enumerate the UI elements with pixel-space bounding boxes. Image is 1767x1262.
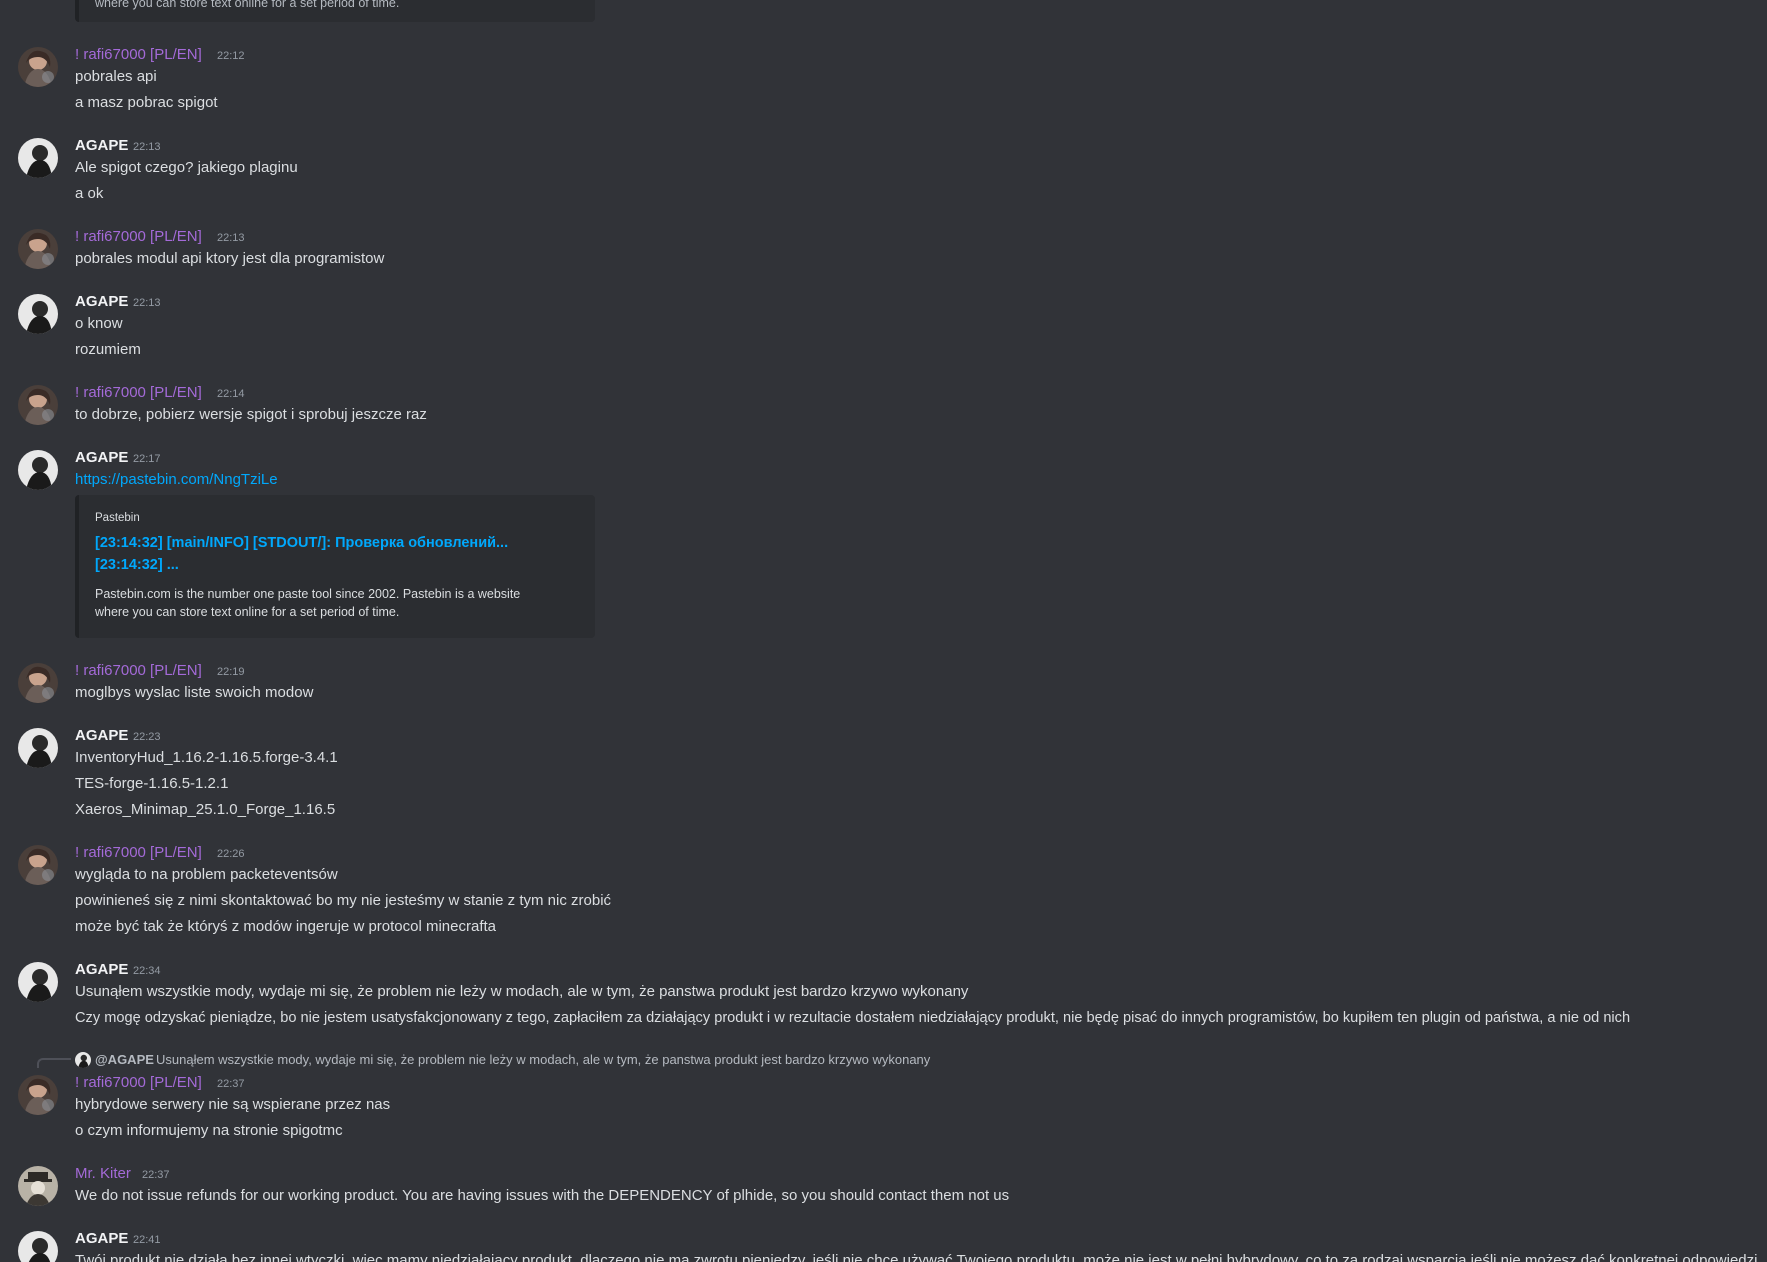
reply-preview-text[interactable]: Usunąłem wszystkie mody, wydaje mi się, … xyxy=(156,1050,930,1070)
avatar[interactable] xyxy=(18,1166,58,1206)
user-avatar-dark-icon xyxy=(18,1231,58,1262)
timestamp[interactable]: 22:23 xyxy=(133,727,161,747)
message-text: Czy mogę odzyskać pieniądze, bo nie jest… xyxy=(75,1010,1631,1026)
username[interactable]: ! rafi67000 [PL/EN] xyxy=(75,45,202,65)
message-text: TES-forge-1.16.5-1.2.1 xyxy=(75,775,229,792)
username[interactable]: ! rafi67000 [PL/EN] xyxy=(75,661,202,681)
message-text: a masz pobrac spigot xyxy=(75,94,218,111)
username[interactable]: ! rafi67000 [PL/EN] xyxy=(75,227,202,247)
username[interactable]: ! rafi67000 [PL/EN] xyxy=(75,1073,202,1093)
avatar[interactable] xyxy=(18,47,58,87)
avatar[interactable] xyxy=(18,138,58,178)
timestamp[interactable]: 22:19 xyxy=(217,662,245,682)
embed-title[interactable]: [23:14:32] [main/INFO] [STDOUT/]: Провер… xyxy=(95,532,508,554)
username[interactable]: AGAPE xyxy=(75,726,128,746)
user-avatar-hat-icon xyxy=(18,1166,58,1206)
username[interactable]: AGAPE xyxy=(75,136,128,156)
timestamp[interactable]: 22:12 xyxy=(217,46,245,66)
username[interactable]: ! rafi67000 [PL/EN] xyxy=(75,383,202,403)
timestamp[interactable]: 22:14 xyxy=(217,384,245,404)
reply-connector-icon xyxy=(37,1058,71,1068)
chat-message-list[interactable]: where you can store text online for a se… xyxy=(0,0,1767,1262)
message-link[interactable]: https://pastebin.com/NngTziLe xyxy=(75,470,278,490)
avatar[interactable] xyxy=(18,1231,58,1262)
user-avatar-dark-icon xyxy=(18,138,58,178)
message-text: InventoryHud_1.16.2-1.16.5.forge-3.4.1 xyxy=(75,749,338,766)
timestamp[interactable]: 22:37 xyxy=(142,1165,170,1185)
embed-description: Pastebin.com is the number one paste too… xyxy=(95,587,521,601)
user-avatar-anime-icon xyxy=(18,229,58,269)
user-avatar-dark-icon xyxy=(18,450,58,490)
user-avatar-dark-icon xyxy=(18,962,58,1002)
embed-provider[interactable]: Pastebin xyxy=(95,510,140,526)
avatar[interactable] xyxy=(18,728,58,768)
message-text: moglbys wyslac liste swoich modow xyxy=(75,684,314,701)
avatar[interactable] xyxy=(18,229,58,269)
message-text: Xaeros_Minimap_25.1.0_Forge_1.16.5 xyxy=(75,801,336,818)
message-text: We do not issue refunds for our working … xyxy=(75,1187,1010,1204)
message-text: powinieneś się z nimi skontaktować bo my… xyxy=(75,892,612,909)
timestamp[interactable]: 22:26 xyxy=(217,844,245,864)
message-text: może być tak że któryś z modów ingeruje … xyxy=(75,918,497,935)
avatar[interactable] xyxy=(18,1075,58,1115)
message-text: pobrales modul api ktory jest dla progra… xyxy=(75,250,385,267)
timestamp[interactable]: 22:34 xyxy=(133,961,161,981)
timestamp[interactable]: 22:17 xyxy=(133,449,161,469)
username[interactable]: AGAPE xyxy=(75,960,128,980)
username[interactable]: Mr. Kiter xyxy=(75,1164,131,1184)
link-embed: Pastebin [23:14:32] [main/INFO] [STDOUT/… xyxy=(75,495,595,638)
username[interactable]: AGAPE xyxy=(75,292,128,312)
embed-description: where you can store text online for a se… xyxy=(95,605,400,619)
embed-title[interactable]: [23:14:32] ... xyxy=(95,554,179,576)
timestamp[interactable]: 22:41 xyxy=(133,1230,161,1250)
message-text: wygląda to na problem packeteventsów xyxy=(75,866,338,883)
username[interactable]: AGAPE xyxy=(75,448,128,468)
timestamp[interactable]: 22:37 xyxy=(217,1074,245,1094)
timestamp[interactable]: 22:13 xyxy=(217,228,245,248)
username[interactable]: ! rafi67000 [PL/EN] xyxy=(75,843,202,863)
message-text: pobrales api xyxy=(75,68,157,85)
message-text: a ok xyxy=(75,185,104,202)
user-avatar-dark-icon xyxy=(18,728,58,768)
avatar[interactable] xyxy=(18,845,58,885)
message-text: to dobrze, pobierz wersje spigot i sprob… xyxy=(75,406,427,423)
message-text: o know xyxy=(75,315,123,332)
username[interactable]: AGAPE xyxy=(75,1229,128,1249)
link-embed: where you can store text online for a se… xyxy=(75,0,595,22)
avatar[interactable] xyxy=(18,450,58,490)
reply-avatar[interactable] xyxy=(75,1052,91,1068)
user-avatar-dark-icon xyxy=(18,294,58,334)
avatar[interactable] xyxy=(18,962,58,1002)
user-avatar-anime-icon xyxy=(18,1075,58,1115)
message-text: Usunąłem wszystkie mody, wydaje mi się, … xyxy=(75,983,969,1000)
timestamp[interactable]: 22:13 xyxy=(133,137,161,157)
avatar[interactable] xyxy=(18,294,58,334)
message-text: Twój produkt nie działa bez innej wtyczk… xyxy=(75,1252,1758,1262)
reply-mention[interactable]: @AGAPE xyxy=(95,1050,154,1070)
message-text: rozumiem xyxy=(75,341,141,358)
message-text: o czym informujemy na stronie spigotmc xyxy=(75,1122,343,1139)
timestamp[interactable]: 22:13 xyxy=(133,293,161,313)
embed-description: where you can store text online for a se… xyxy=(95,0,400,10)
message-text: Ale spigot czego? jakiego plaginu xyxy=(75,159,298,176)
avatar[interactable] xyxy=(18,663,58,703)
user-avatar-dark-icon xyxy=(75,1052,91,1068)
message-text: hybrydowe serwery nie są wspierane przez… xyxy=(75,1096,391,1113)
user-avatar-anime-icon xyxy=(18,47,58,87)
avatar[interactable] xyxy=(18,385,58,425)
user-avatar-anime-icon xyxy=(18,663,58,703)
user-avatar-anime-icon xyxy=(18,845,58,885)
user-avatar-anime-icon xyxy=(18,385,58,425)
